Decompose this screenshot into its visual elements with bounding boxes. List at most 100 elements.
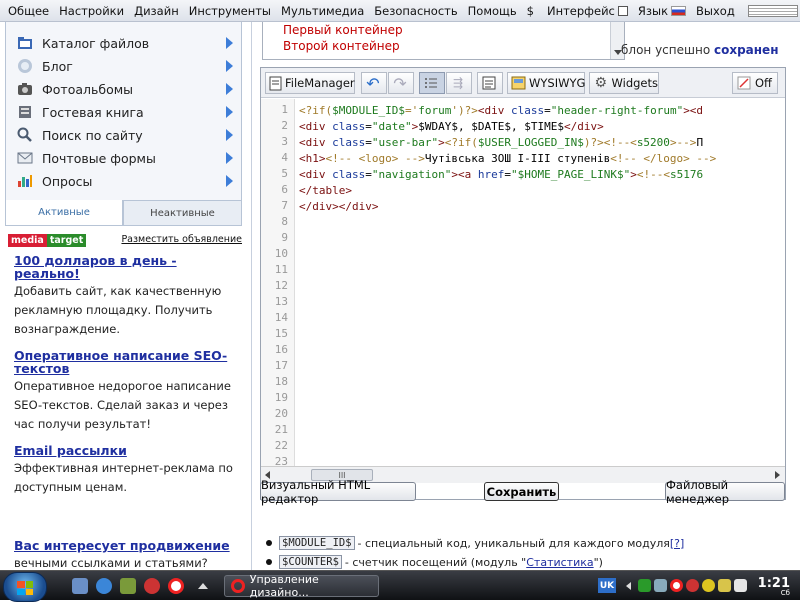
- tray-icon[interactable]: [686, 579, 699, 592]
- widgets-button[interactable]: ⚙ Widgets: [589, 72, 659, 94]
- code-line: <?if($MODULE_ID$='forum')?><div class="h…: [299, 104, 704, 117]
- chevron-right-icon: [226, 129, 233, 141]
- tray-icon[interactable]: [638, 579, 651, 592]
- opera-icon[interactable]: [168, 578, 184, 594]
- tab-inactive-modules[interactable]: Неактивные: [123, 200, 242, 226]
- sidebar-item-guestbook[interactable]: Гостевая книга: [6, 101, 241, 123]
- clock[interactable]: 1:21 Сб: [758, 576, 790, 597]
- container-list[interactable]: Первый контейнер Второй контейнер: [262, 22, 625, 60]
- start-button[interactable]: [3, 572, 47, 602]
- editor-toolbar: FileManager ↶ ↷ ⇶ WYSIWYG ⚙ Widgets Off: [261, 68, 785, 98]
- ad-title-link[interactable]: Вас интересует продвижение: [14, 539, 236, 552]
- menu-design[interactable]: Дизайн: [129, 4, 184, 18]
- wysiwyg-button[interactable]: WYSIWYG: [507, 72, 585, 94]
- place-ad-link[interactable]: Разместить объявление: [121, 234, 242, 245]
- save-status-message: блон успешно сохранен: [621, 43, 779, 57]
- logo-part-a: media: [8, 234, 47, 247]
- wrap-toggle[interactable]: ⇶: [446, 72, 472, 94]
- main-content: Первый контейнер Второй контейнер блон у…: [252, 22, 800, 570]
- sidebar-item-polls[interactable]: Опросы: [6, 170, 241, 192]
- menu-general[interactable]: Общее: [0, 4, 54, 18]
- media-icon[interactable]: [144, 578, 160, 594]
- sidebar-item-label: Каталог файлов: [42, 35, 150, 51]
- help-link[interactable]: [?]: [670, 537, 684, 550]
- browser-icon[interactable]: [96, 578, 112, 594]
- explorer-icon[interactable]: [120, 578, 136, 594]
- volume-icon[interactable]: [734, 579, 747, 592]
- help-text: - счетчик посещений (модуль ": [344, 555, 527, 569]
- interface-checkbox[interactable]: [617, 5, 628, 16]
- chevron-up-icon[interactable]: [198, 583, 208, 589]
- sidebar-item-photo-albums[interactable]: Фотоальбомы: [6, 78, 241, 100]
- sidebar-item-label: Блог: [42, 58, 73, 74]
- line-number: 23: [274, 455, 288, 466]
- line-numbers-icon: [423, 75, 439, 91]
- blog-icon: [16, 58, 34, 74]
- ad-title-link[interactable]: Оперативное написание SEO-текстов: [14, 349, 236, 375]
- source-view-button[interactable]: [477, 72, 503, 94]
- chevron-right-icon: [226, 60, 233, 72]
- menu-settings[interactable]: Настройки: [54, 4, 129, 18]
- tray-icon[interactable]: [702, 579, 715, 592]
- language-selector[interactable]: Язык: [633, 4, 691, 18]
- system-tray: UK 1:21 Сб: [590, 571, 800, 601]
- sidebar-item-label: Гостевая книга: [42, 104, 144, 120]
- chevron-right-icon: [226, 152, 233, 164]
- chart-icon: [16, 173, 34, 189]
- line-numbers-toggle[interactable]: [419, 72, 445, 94]
- help-item: $MODULE_ID$ - специальный код, уникальны…: [266, 536, 786, 550]
- tab-active-modules[interactable]: Активные: [5, 200, 123, 226]
- sidebar-item-mail-forms[interactable]: Почтовые формы: [6, 147, 241, 169]
- line-number: 1: [281, 103, 288, 116]
- tray-icon[interactable]: [654, 579, 667, 592]
- ad-description: Эффективная интернет-реклама по доступны…: [14, 461, 233, 494]
- syntax-off-button[interactable]: Off: [732, 72, 778, 94]
- menu-dollar[interactable]: $: [522, 4, 539, 18]
- menu-tools[interactable]: Инструменты: [184, 4, 276, 18]
- help-code: $COUNTER$: [279, 555, 342, 569]
- filemanager-button[interactable]: FileManager: [265, 72, 355, 94]
- panel-resize-grip[interactable]: [747, 4, 798, 17]
- chevron-left-icon[interactable]: [626, 582, 631, 590]
- sidebar-item-site-search[interactable]: Поиск по сайту: [6, 124, 241, 146]
- line-number: 11: [274, 263, 288, 276]
- redo-button[interactable]: ↷: [388, 72, 414, 94]
- redo-icon: ↷: [393, 73, 407, 93]
- language-indicator[interactable]: UK: [598, 578, 616, 593]
- file-manager-button[interactable]: Файловый менеджер: [665, 478, 785, 506]
- line-number: 20: [274, 407, 288, 420]
- visual-editor-button[interactable]: Визуальный HTML редактор: [260, 478, 416, 506]
- line-number: 12: [274, 279, 288, 292]
- undo-button[interactable]: ↶: [361, 72, 387, 94]
- sidebar: Каталог файлов Блог Фотоальбомы Гостевая…: [0, 22, 252, 570]
- container-option[interactable]: Второй контейнер: [283, 39, 400, 53]
- help-tail: "): [593, 555, 603, 569]
- ad-title-link[interactable]: 100 долларов в день - реально!: [14, 254, 236, 280]
- network-icon[interactable]: [718, 579, 731, 592]
- sidebar-item-label: Почтовые формы: [42, 150, 156, 166]
- save-button[interactable]: Сохранить: [484, 482, 559, 501]
- container-option[interactable]: Первый контейнер: [283, 23, 403, 37]
- sidebar-item-blog[interactable]: Блог: [6, 55, 241, 77]
- menu-help[interactable]: Помощь: [463, 4, 522, 18]
- chevron-right-icon: [226, 37, 233, 49]
- menu-multimedia[interactable]: Мультимедиа: [276, 4, 369, 18]
- opera-tray-icon[interactable]: [670, 579, 683, 592]
- interface-toggle[interactable]: Интерфейс: [539, 4, 633, 18]
- search-icon: [16, 127, 34, 143]
- task-opera-window[interactable]: Управление дизайно...: [224, 573, 379, 599]
- sidebar-item-file-catalog[interactable]: Каталог файлов: [6, 32, 241, 54]
- code-line: <h1><!-- <logo> -->Чутівська ЗОШ I-III с…: [299, 152, 717, 165]
- line-number: 15: [274, 327, 288, 340]
- code-editor: FileManager ↶ ↷ ⇶ WYSIWYG ⚙ Widgets Off …: [260, 67, 786, 500]
- menu-security[interactable]: Безопасность: [369, 4, 462, 18]
- line-number: 6: [281, 183, 288, 196]
- ad-title-link[interactable]: Email рассылки: [14, 444, 236, 457]
- show-desktop-icon[interactable]: [72, 578, 88, 594]
- mediatarget-logo[interactable]: media target: [8, 234, 87, 247]
- line-number: 8: [281, 215, 288, 228]
- code-area[interactable]: 1 2 3 4 5 6 7 8 9 10 11 12 13 14 15 16 17 18 19 20 21 22 23 <?…: [261, 99, 785, 466]
- wysiwyg-icon: [511, 75, 526, 91]
- help-link[interactable]: Статистика: [526, 556, 593, 569]
- logout-link[interactable]: Выход: [691, 4, 740, 18]
